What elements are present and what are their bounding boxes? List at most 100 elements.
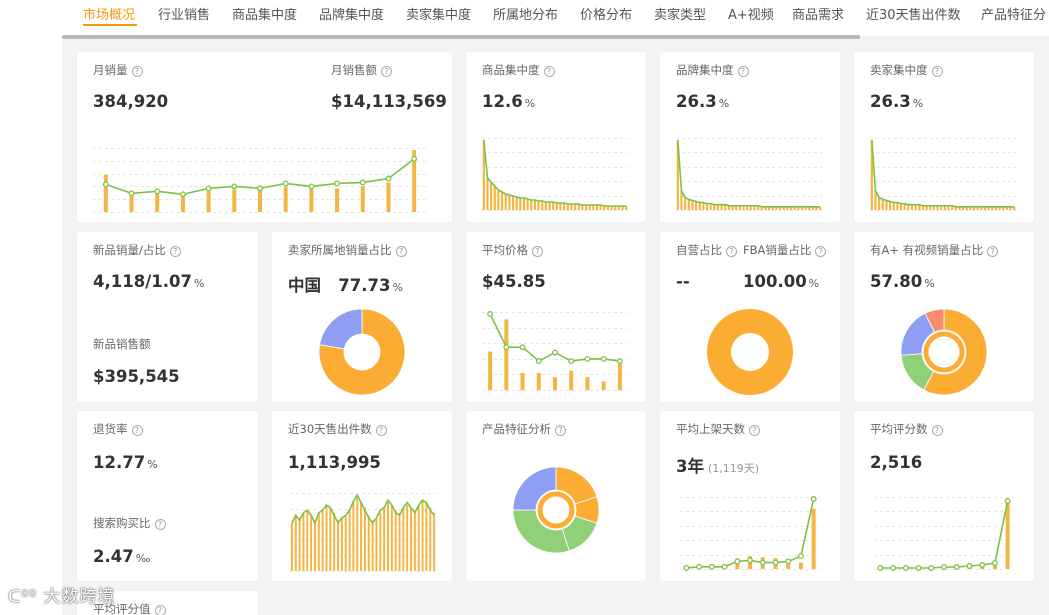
chart-bar — [519, 198, 522, 210]
help-icon[interactable]: ? — [555, 425, 566, 436]
card-average-listing-days: 平均上架天数? 3年 (1,119天) — [660, 411, 840, 581]
self-operated-value: -- — [676, 272, 690, 291]
chart-point — [552, 349, 558, 356]
help-icon[interactable]: ? — [815, 246, 827, 257]
tab-product-concentration[interactable]: 商品集中度 — [232, 4, 297, 23]
chart-bar — [687, 199, 690, 210]
product-concentration-chart — [482, 138, 628, 211]
chart-bar — [585, 377, 590, 390]
chart-point — [708, 563, 715, 570]
tab-seller-concentration[interactable]: 卖家集中度 — [406, 4, 471, 23]
tab-product-features[interactable]: 产品特征分 — [981, 4, 1046, 23]
monthly-sales-chart — [93, 148, 427, 213]
tab-location-distribution[interactable]: 所属地分布 — [493, 4, 558, 23]
chart-point — [257, 185, 263, 192]
tab-seller-type[interactable]: 卖家类型 — [654, 4, 706, 23]
chart-bar — [394, 510, 397, 571]
tab-aplus-video[interactable]: A+视频 — [728, 4, 774, 23]
help-icon[interactable]: ? — [749, 425, 760, 436]
chart-bar — [421, 500, 424, 571]
chart-bar — [425, 502, 428, 571]
product-features-donut — [512, 466, 600, 554]
new-products-label: 新品销量/占比? — [93, 242, 181, 258]
help-icon[interactable]: ? — [987, 246, 999, 257]
chart-bar — [559, 203, 562, 210]
chart-bar — [885, 200, 888, 210]
card-average-price: 平均价格? $45.85 — [466, 232, 646, 402]
tab-scrollbar[interactable] — [62, 35, 860, 39]
chart-bar — [511, 196, 515, 210]
watermark-logo: ᑕ⁰⁰ 大数跨境 — [8, 587, 116, 607]
average-listing-days-label: 平均上架天数? — [676, 421, 760, 437]
chart-point — [772, 559, 779, 566]
chart-point — [282, 180, 289, 187]
monthly-revenue-label: 月销售额? — [331, 62, 392, 78]
chart-bar — [417, 505, 420, 571]
monthly-sales-value: 384,920 — [93, 92, 169, 111]
donut-slice — [707, 309, 793, 395]
donut-inner-ring — [923, 331, 965, 373]
chart-point — [102, 181, 109, 188]
chart-point — [759, 559, 766, 566]
average-listing-days-chart — [680, 496, 820, 571]
chart-bar — [290, 522, 293, 571]
tab-price-distribution[interactable]: 价格分布 — [580, 4, 632, 23]
chart-bar — [488, 351, 493, 390]
chart-bar — [337, 520, 340, 571]
help-icon[interactable]: ? — [726, 246, 737, 257]
chart-bar — [515, 197, 518, 210]
help-icon[interactable]: ? — [169, 246, 181, 257]
chart-point — [600, 356, 607, 362]
help-icon[interactable]: ? — [931, 425, 943, 436]
chart-bar — [433, 512, 436, 571]
help-icon[interactable]: ? — [543, 66, 555, 77]
help-icon[interactable]: ? — [737, 66, 749, 77]
chart-bar — [352, 501, 355, 571]
chart-point — [231, 183, 238, 190]
chart-point — [915, 565, 922, 571]
chart-bar — [881, 199, 884, 210]
chart-bar — [533, 200, 537, 210]
chart-bar — [375, 517, 378, 571]
help-icon[interactable]: ? — [532, 246, 543, 257]
help-icon[interactable]: ? — [154, 605, 166, 615]
chart-point — [734, 558, 741, 565]
brand-concentration-label: 品牌集中度? — [676, 62, 749, 78]
help-icon[interactable]: ? — [381, 66, 392, 77]
chart-bar — [522, 198, 526, 210]
tab-market-overview[interactable]: 市场概况 — [83, 4, 135, 23]
chart-bar — [702, 202, 705, 210]
chart-bar — [553, 377, 557, 390]
help-icon[interactable]: ? — [131, 425, 143, 436]
chart-bar — [493, 186, 496, 210]
seller-concentration-chart — [870, 138, 1016, 211]
average-listing-days-value: 3年 (1,119天) — [676, 457, 760, 476]
chart-point — [747, 557, 753, 564]
help-icon[interactable]: ? — [131, 66, 143, 77]
chart-bar — [569, 370, 574, 390]
chart-bar — [500, 192, 504, 210]
help-icon[interactable]: ? — [154, 519, 166, 530]
chart-bar — [530, 200, 533, 210]
brand-concentration-chart — [676, 138, 822, 211]
chart-point — [503, 344, 510, 351]
tab-industry-sales[interactable]: 行业销售 — [158, 4, 210, 23]
donut-inner-ring — [537, 491, 575, 529]
chart-bar — [526, 199, 529, 210]
monthly-revenue-value: $14,113,569 — [331, 92, 447, 111]
chart-point — [902, 565, 909, 571]
chart-point — [721, 563, 728, 570]
help-icon[interactable]: ? — [931, 66, 943, 77]
chart-bar — [617, 361, 622, 390]
tab-product-demand[interactable]: 商品需求 — [792, 4, 844, 23]
chart-point — [797, 553, 804, 560]
help-icon[interactable]: ? — [375, 425, 387, 436]
chart-bar — [363, 507, 366, 571]
tab-brand-concentration[interactable]: 品牌集中度 — [319, 4, 384, 23]
active-tab-indicator — [83, 24, 137, 26]
help-icon[interactable]: ? — [395, 246, 407, 257]
chart-bar — [313, 520, 316, 571]
tab-sold-30-days[interactable]: 近30天售出件数 — [866, 4, 961, 23]
seller-location-donut — [318, 308, 406, 396]
chart-bar — [413, 510, 416, 571]
